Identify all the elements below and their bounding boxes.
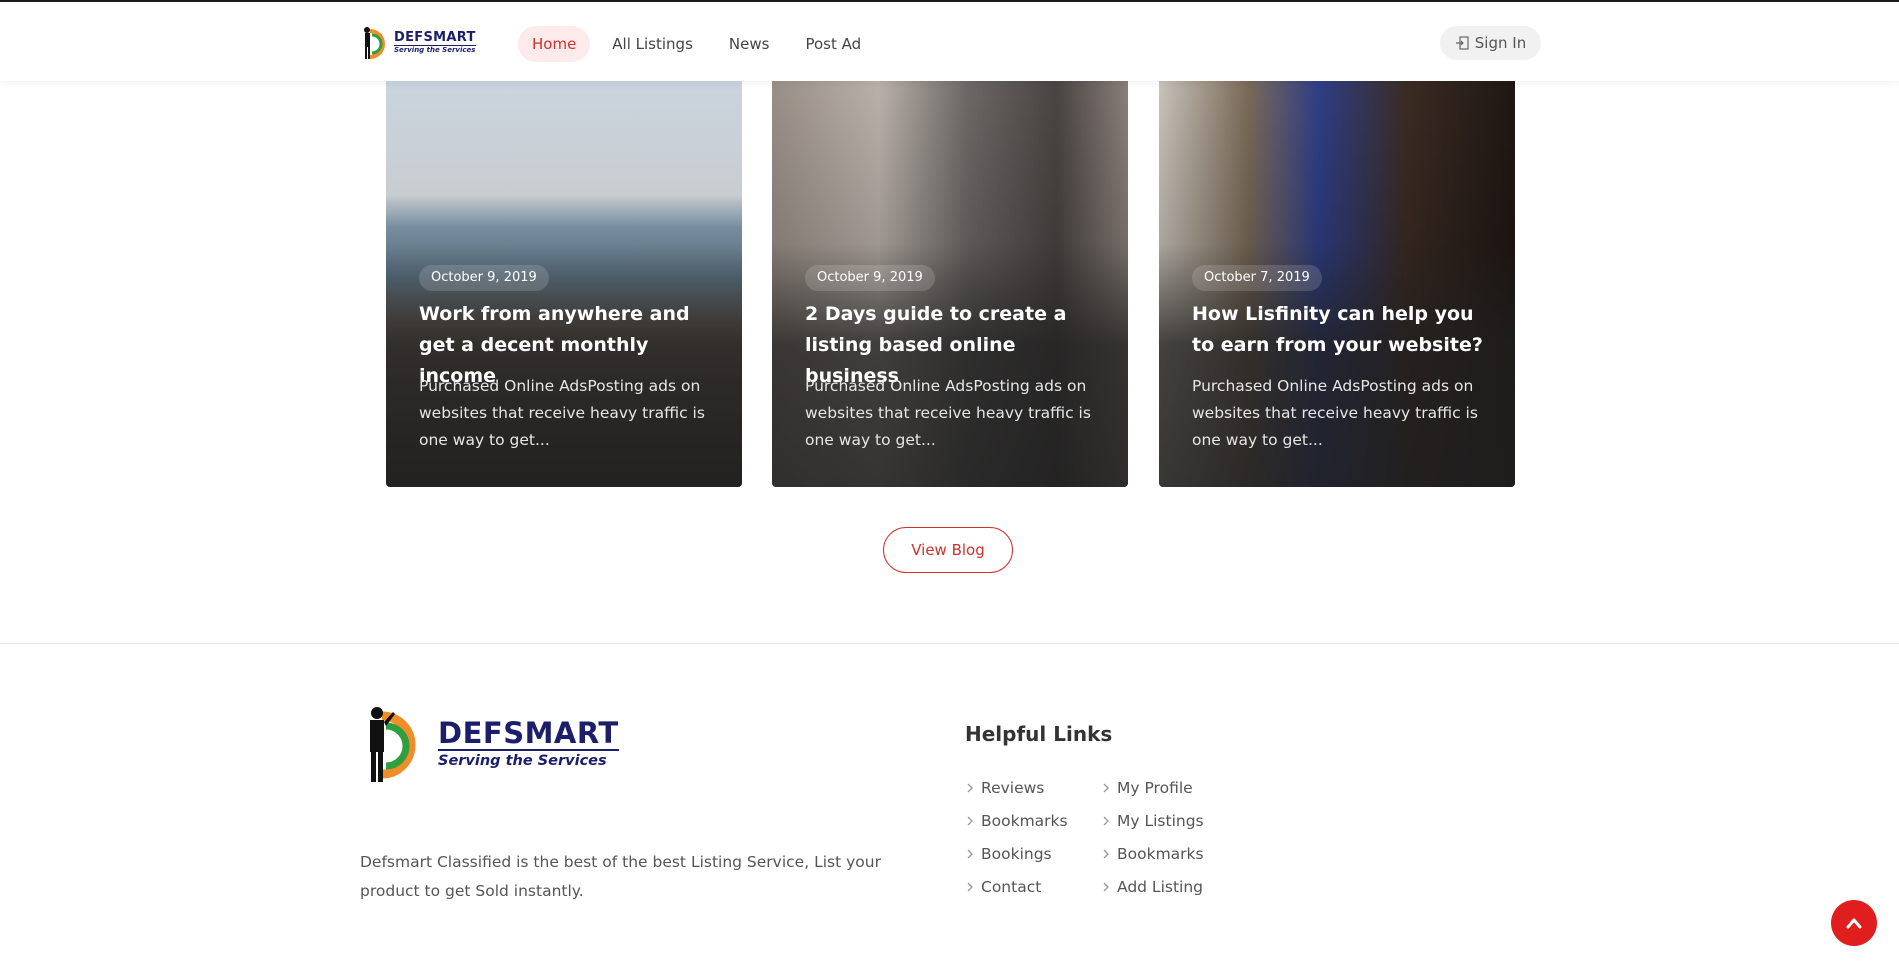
footer-logo[interactable]: DEFSMART Serving the Services — [360, 704, 622, 784]
blog-card-excerpt: Purchased Online AdsPosting ads on websi… — [805, 377, 1091, 449]
header-logo[interactable]: DEFSMART Serving the Services — [360, 24, 484, 62]
back-to-top-button[interactable] — [1831, 900, 1877, 946]
footer-link-bookings[interactable]: Bookings — [965, 837, 1068, 870]
footer-link-my-listings[interactable]: My Listings — [1101, 804, 1204, 837]
view-blog-button[interactable]: View Blog — [883, 527, 1013, 573]
footer-link-bookmarks-2[interactable]: Bookmarks — [1101, 837, 1204, 870]
chevron-right-icon — [1103, 882, 1109, 891]
chevron-right-icon — [967, 783, 973, 792]
logo-tagline: Serving the Services — [438, 749, 619, 771]
nav-news[interactable]: News — [715, 26, 784, 62]
chevron-up-icon — [1846, 918, 1862, 929]
logo-name: DEFSMART — [394, 30, 476, 45]
footer-link-bookmarks[interactable]: Bookmarks — [965, 804, 1068, 837]
logo-tagline: Serving the Services — [394, 45, 476, 54]
footer-link-contact[interactable]: Contact — [965, 870, 1068, 903]
blog-card[interactable]: October 9, 2019 Work from anywhere and g… — [386, 81, 742, 487]
chevron-right-icon — [1103, 783, 1109, 792]
logo-text: DEFSMART Serving the Services — [394, 31, 476, 55]
main-nav: Home All Listings News Post Ad — [518, 26, 883, 62]
blog-card-date: October 7, 2019 — [1192, 265, 1322, 291]
nav-all-listings[interactable]: All Listings — [598, 26, 707, 62]
sign-in-icon — [1455, 36, 1469, 50]
sign-in-label: Sign In — [1474, 34, 1527, 52]
footer-link-reviews[interactable]: Reviews — [965, 771, 1068, 804]
site-header: DEFSMART Serving the Services Home All L… — [0, 0, 1899, 81]
blog-card-excerpt: Purchased Online AdsPosting ads on websi… — [1192, 377, 1478, 449]
blog-card-date: October 9, 2019 — [419, 265, 549, 291]
blog-card[interactable]: October 7, 2019 How Lisfinity can help y… — [1159, 81, 1515, 487]
helpful-links-column-1: Reviews Bookmarks Bookings Contact — [965, 771, 1068, 903]
chevron-right-icon — [967, 816, 973, 825]
logo-mark-icon — [360, 25, 390, 61]
chevron-right-icon — [967, 882, 973, 891]
footer-link-add-listing[interactable]: Add Listing — [1101, 870, 1204, 903]
chevron-right-icon — [967, 849, 973, 858]
logo-mark-icon — [360, 704, 432, 784]
blog-card-excerpt: Purchased Online AdsPosting ads on websi… — [419, 377, 705, 449]
nav-post-ad[interactable]: Post Ad — [791, 26, 875, 62]
sign-in-button[interactable]: Sign In — [1440, 26, 1541, 60]
logo-text: DEFSMART Serving the Services — [438, 717, 619, 771]
blog-card-title[interactable]: How Lisfinity can help you to earn from … — [1192, 299, 1492, 361]
helpful-links-heading: Helpful Links — [965, 722, 1113, 746]
chevron-right-icon — [1103, 849, 1109, 858]
footer-link-my-profile[interactable]: My Profile — [1101, 771, 1204, 804]
chevron-right-icon — [1103, 816, 1109, 825]
logo-name: DEFSMART — [438, 716, 619, 750]
blog-card[interactable]: October 9, 2019 2 Days guide to create a… — [772, 81, 1128, 487]
footer-description: Defsmart Classified is the best of the b… — [360, 853, 881, 900]
footer-divider — [0, 643, 1899, 644]
blog-card-date: October 9, 2019 — [805, 265, 935, 291]
nav-home[interactable]: Home — [518, 26, 591, 62]
helpful-links-column-2: My Profile My Listings Bookmarks Add Lis… — [1101, 771, 1204, 903]
